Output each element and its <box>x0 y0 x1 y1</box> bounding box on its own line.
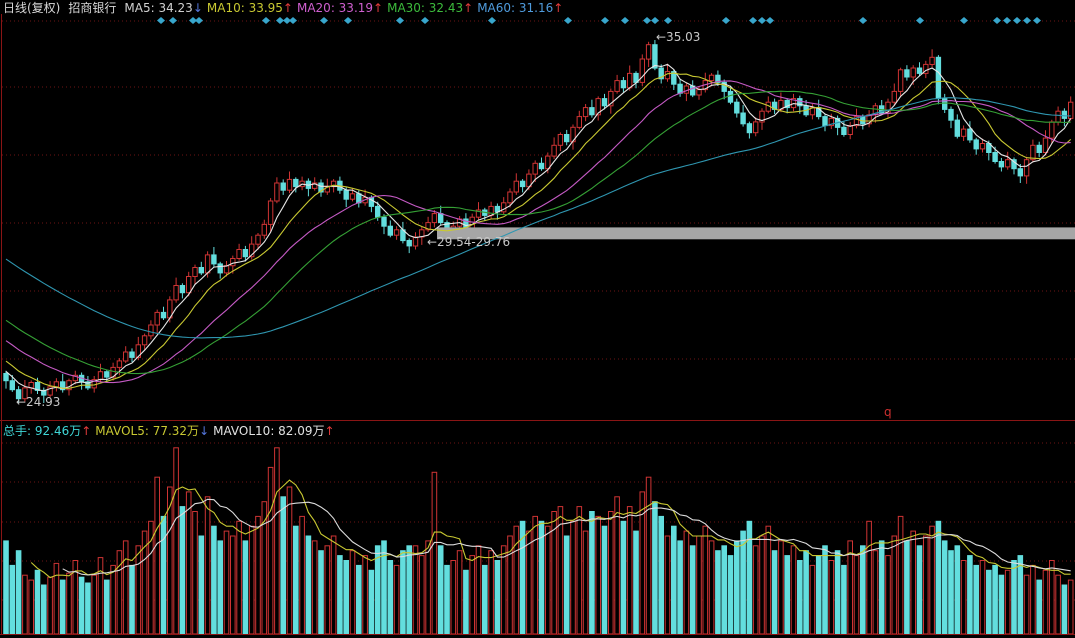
price-gap-band <box>437 227 1075 239</box>
main-chart-header: 日线(复权)招商银行MA5: 34.23↓MA10: 33.95↑MA20: 3… <box>3 1 567 15</box>
mavol10-arrow-icon: ↑ <box>325 424 335 438</box>
stock-name: 招商银行 <box>68 1 116 15</box>
mavol10-value: MAVOL10: 82.09万 <box>213 424 324 438</box>
q-marker-annotation: q <box>884 406 892 419</box>
chart-canvas[interactable] <box>0 0 1075 638</box>
ma5-arrow-icon: ↓ <box>193 1 203 15</box>
volume-arrow-icon: ↑ <box>81 424 91 438</box>
mavol5-value: MAVOL5: 77.32万 <box>95 424 199 438</box>
volume-pane[interactable] <box>4 448 1073 634</box>
ma60-arrow-icon: ↑ <box>553 1 563 15</box>
volume-pane-header: 总手: 92.46万↑MAVOL5: 77.32万↓MAVOL10: 82.09… <box>3 424 339 438</box>
ma10-value: MA10: 33.95 <box>207 1 283 15</box>
total-volume-value: 总手: 92.46万 <box>3 424 81 438</box>
ma5-value: MA5: 34.23 <box>124 1 192 15</box>
ma30-arrow-icon: ↑ <box>463 1 473 15</box>
ma20-value: MA20: 33.19 <box>297 1 373 15</box>
gap-range-annotation: ←29.54-29.76 <box>427 236 510 249</box>
low-price-annotation: ←24.93 <box>16 396 60 409</box>
mavol5-arrow-icon: ↓ <box>199 424 209 438</box>
ma20-arrow-icon: ↑ <box>373 1 383 15</box>
trading-app-window: 日线(复权)招商银行MA5: 34.23↓MA10: 33.95↑MA20: 3… <box>0 0 1075 638</box>
ma10-arrow-icon: ↑ <box>283 1 293 15</box>
ma60-value: MA60: 31.16 <box>477 1 553 15</box>
ma30-value: MA30: 32.43 <box>387 1 463 15</box>
high-price-annotation: ←35.03 <box>656 31 700 44</box>
period-label: 日线(复权) <box>3 1 60 15</box>
